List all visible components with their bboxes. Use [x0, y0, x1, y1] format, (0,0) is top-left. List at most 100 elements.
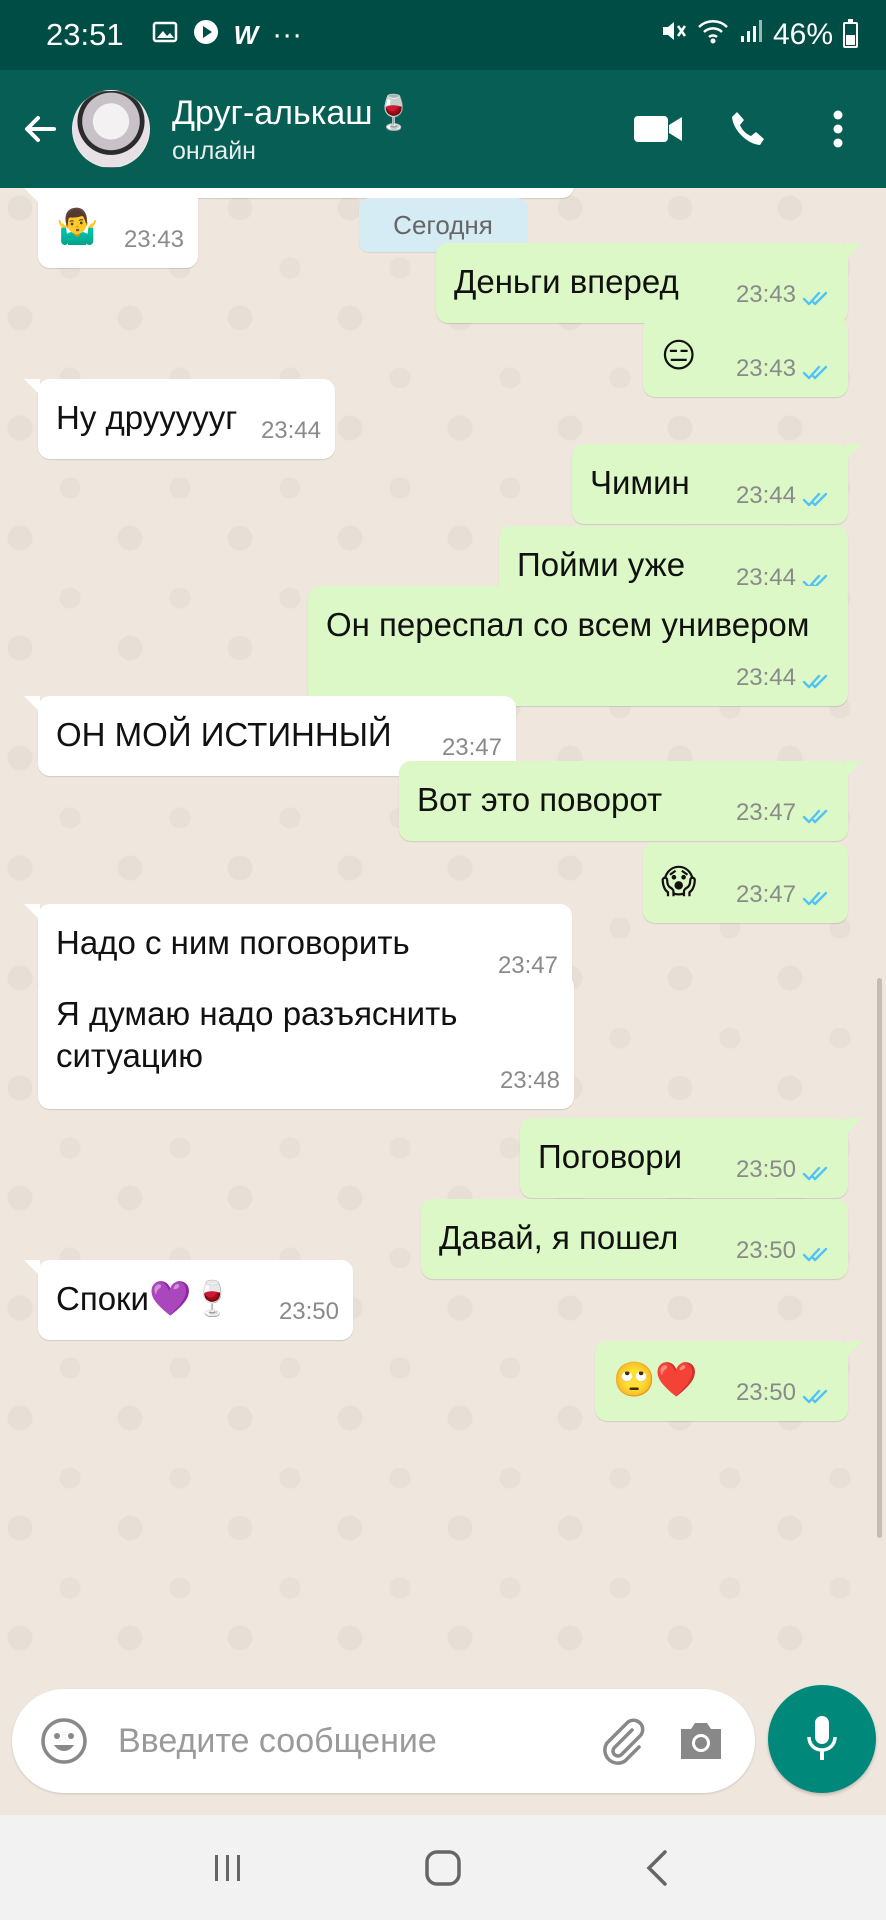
- message-text: Давай, я пошел: [439, 1219, 679, 1256]
- read-receipt-icon: [802, 487, 834, 507]
- message-meta: 23:44: [261, 417, 321, 445]
- read-receipt-icon: [802, 569, 834, 589]
- outgoing-message[interactable]: Он переспал со всем универом 23:44: [308, 586, 848, 706]
- read-receipt-icon: [802, 1384, 834, 1404]
- outgoing-message[interactable]: 😱 23:47: [643, 843, 848, 923]
- outgoing-message[interactable]: Вот это поворот 23:47: [399, 761, 862, 841]
- system-nav-bar: [0, 1815, 886, 1920]
- message-text: Ну друууууг: [56, 399, 238, 436]
- message-emoji: 😱: [661, 863, 697, 901]
- recent-apps-button[interactable]: [193, 1833, 263, 1903]
- message-time: 23:44: [735, 664, 796, 691]
- incoming-message[interactable]: Я думаю надо разъяснить ситуацию 23:48: [38, 975, 574, 1109]
- read-receipt-icon: [802, 1242, 834, 1262]
- back-button[interactable]: [8, 97, 72, 161]
- message-meta: 23:43: [736, 355, 834, 383]
- outgoing-message[interactable]: Поговори 23:50: [520, 1118, 862, 1198]
- message-text: Пойми уже: [517, 546, 686, 583]
- message-text: Я думаю надо разъяснить ситуацию: [56, 995, 458, 1074]
- read-receipt-icon: [802, 1161, 834, 1181]
- outgoing-message[interactable]: 😑 23:43: [643, 317, 848, 397]
- wifi-icon: [697, 17, 729, 53]
- emoji-button[interactable]: [36, 1713, 92, 1769]
- message-meta: 23:47: [736, 799, 834, 827]
- message-time: 23:50: [278, 1298, 339, 1325]
- message-emoji: 🙄❤️: [613, 1361, 698, 1399]
- message-meta: 23:50: [736, 1237, 834, 1265]
- paperclip-icon: [603, 1718, 645, 1765]
- message-text: Поговори: [538, 1138, 683, 1175]
- chat-area[interactable]: Сегодня 🤷‍♂️ 23:43 Деньги вперед 23:43 😑 23:4…: [0, 188, 886, 1685]
- message-time: 23:43: [123, 226, 184, 253]
- message-time: 23:50: [735, 1156, 796, 1183]
- read-receipt-icon: [802, 886, 834, 906]
- message-meta: 23:43: [736, 281, 834, 309]
- voice-record-button[interactable]: [768, 1685, 876, 1793]
- read-receipt-icon: [802, 360, 834, 380]
- contact-avatar[interactable]: [72, 90, 150, 168]
- camera-button[interactable]: [673, 1713, 729, 1769]
- overflow-menu-button[interactable]: [810, 101, 866, 157]
- incoming-message[interactable]: Споки💜🍷 23:50: [24, 1260, 353, 1340]
- signal-icon: [739, 18, 763, 52]
- chevron-left-icon: [646, 1849, 668, 1886]
- w-app-icon: W: [233, 19, 259, 50]
- message-meta: 23:44: [736, 482, 834, 510]
- phone-icon: [732, 112, 764, 145]
- status-time: 23:51: [46, 17, 124, 52]
- video-camera-icon: [634, 116, 682, 142]
- message-time: 23:43: [735, 281, 796, 308]
- incoming-message[interactable]: Ну друууууг 23:44: [24, 379, 335, 459]
- outgoing-message[interactable]: Деньги вперед 23:43: [436, 243, 862, 323]
- outgoing-message[interactable]: 🙄❤️ 23:50: [595, 1341, 862, 1421]
- more-notifications-icon: ···: [272, 18, 303, 51]
- wine-emoji: 🍷: [372, 93, 415, 132]
- outgoing-message[interactable]: Давай, я пошел 23:50: [421, 1199, 848, 1279]
- status-bar: 23:51 W ··· 46%: [0, 0, 886, 70]
- contact-name: Друг-алькаш🍷: [172, 93, 415, 132]
- message-text: Деньги вперед: [454, 263, 679, 300]
- message-meta: 23:50: [736, 1156, 834, 1184]
- video-call-button[interactable]: [630, 101, 686, 157]
- chat-header: Друг-алькаш🍷 онлайн: [0, 70, 886, 188]
- message-time: 23:47: [735, 881, 796, 908]
- message-time: 23:44: [735, 482, 796, 509]
- message-text: Вот это поворот: [417, 781, 663, 818]
- more-vert-icon: [833, 110, 843, 148]
- message-text: Чимин: [590, 464, 690, 501]
- message-emoji: 💜🍷: [148, 1280, 234, 1318]
- home-icon: [425, 1849, 461, 1886]
- outgoing-message[interactable]: Чимин 23:44: [572, 444, 862, 524]
- message-text: ОН МОЙ ИСТИННЫЙ: [56, 716, 392, 753]
- message-time: 23:47: [441, 734, 502, 761]
- message-meta: 23:50: [279, 1298, 339, 1326]
- message-input-container: Введите сообщение: [12, 1689, 755, 1793]
- message-time: 23:50: [735, 1237, 796, 1264]
- message-time: 23:43: [735, 355, 796, 382]
- mute-icon: [659, 17, 687, 53]
- contact-info[interactable]: Друг-алькаш🍷 онлайн: [172, 93, 415, 166]
- message-time: 23:50: [735, 1379, 796, 1406]
- contact-status: онлайн: [172, 136, 256, 165]
- message-emoji: 🤷‍♂️: [56, 208, 99, 246]
- message-text: Споки: [56, 1280, 149, 1317]
- incoming-message[interactable]: 🤷‍♂️ 23:43: [24, 188, 198, 268]
- message-time: 23:48: [499, 1067, 560, 1094]
- message-meta: 23:50: [736, 1379, 834, 1407]
- camera-icon: [681, 1723, 721, 1759]
- message-input[interactable]: Введите сообщение: [118, 1722, 595, 1761]
- notification-icons: W ···: [152, 18, 303, 53]
- microphone-icon: [807, 1716, 837, 1760]
- battery-icon: [843, 19, 858, 48]
- message-time: 23:47: [735, 799, 796, 826]
- back-nav-button[interactable]: [623, 1833, 693, 1903]
- home-button[interactable]: [408, 1833, 478, 1903]
- message-meta: 23:48: [500, 1067, 560, 1095]
- arrow-left-icon: [25, 116, 56, 142]
- chat-scrollbar[interactable]: [877, 978, 882, 1538]
- recents-icon: [214, 1854, 240, 1881]
- message-text: Надо с ним поговорить: [56, 924, 410, 961]
- read-receipt-icon: [802, 669, 834, 689]
- attach-button[interactable]: [595, 1713, 651, 1769]
- voice-call-button[interactable]: [720, 101, 776, 157]
